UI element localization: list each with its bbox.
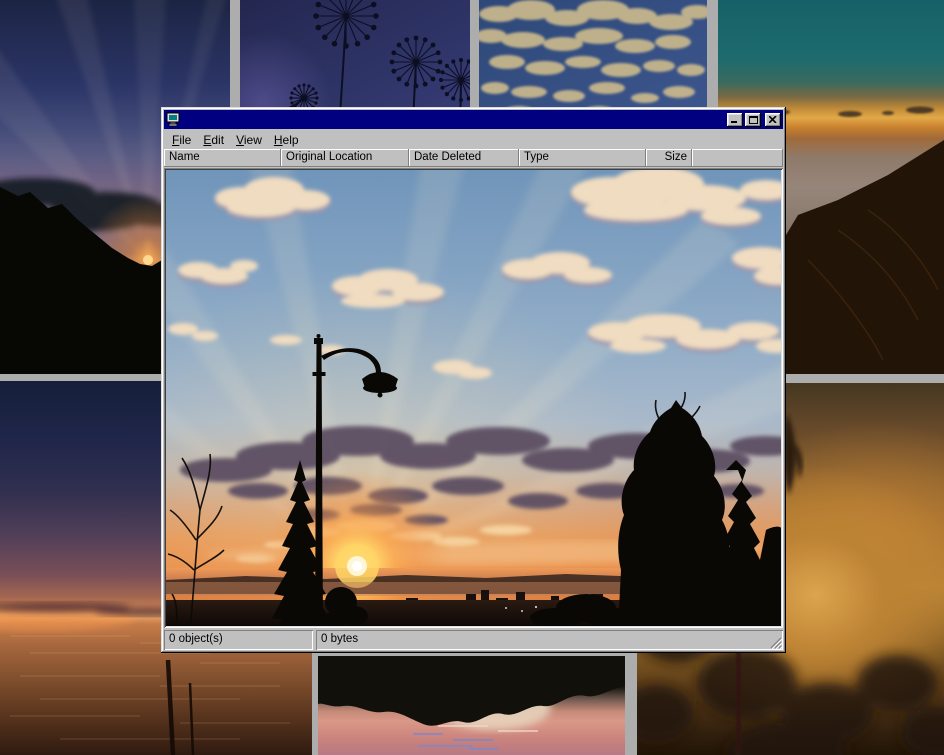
- column-header-date-deleted[interactable]: Date Deleted: [409, 149, 519, 167]
- computer-icon: [166, 112, 182, 127]
- wallpaper-tile-pink-reflection: [318, 656, 625, 755]
- status-objects: 0 object(s): [164, 630, 313, 650]
- status-bar: 0 object(s) 0 bytes: [164, 628, 783, 650]
- menu-bar: File Edit View Help: [164, 129, 783, 149]
- minimize-button[interactable]: [727, 113, 743, 127]
- menu-edit[interactable]: Edit: [197, 132, 230, 148]
- menu-file[interactable]: File: [166, 132, 197, 148]
- file-list-area[interactable]: [164, 168, 783, 628]
- column-header-original-location[interactable]: Original Location: [281, 149, 409, 167]
- column-header-type[interactable]: Type: [519, 149, 646, 167]
- column-headers: Name Original Location Date Deleted Type…: [164, 149, 783, 167]
- column-header-filler[interactable]: [692, 149, 783, 167]
- menu-view[interactable]: View: [230, 132, 268, 148]
- desktop: File Edit View Help Name Original Locati…: [0, 0, 944, 755]
- recycle-bin-window: File Edit View Help Name Original Locati…: [161, 107, 786, 653]
- close-button[interactable]: [765, 113, 781, 127]
- window-titlebar[interactable]: [164, 110, 783, 129]
- column-header-name[interactable]: Name: [164, 149, 281, 167]
- street-lamp-sunset-photo: [166, 170, 781, 626]
- status-bytes: 0 bytes: [316, 630, 783, 650]
- column-header-size[interactable]: Size: [646, 149, 692, 167]
- pink-reflection-graphic: [318, 656, 625, 755]
- resize-grip[interactable]: [769, 636, 782, 649]
- menu-help[interactable]: Help: [268, 132, 305, 148]
- maximize-button[interactable]: [745, 113, 761, 127]
